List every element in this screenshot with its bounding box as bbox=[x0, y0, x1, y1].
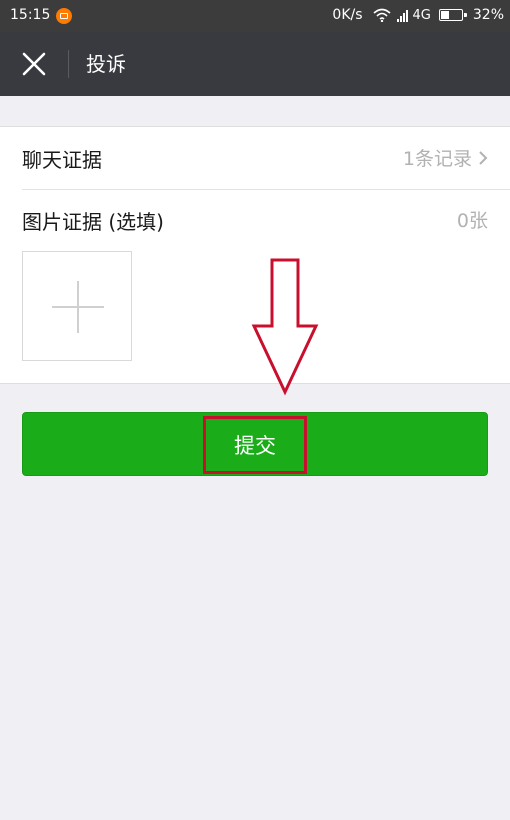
battery-icon bbox=[438, 9, 467, 21]
status-time: 15:15 bbox=[10, 7, 51, 23]
wifi-icon bbox=[372, 8, 391, 22]
chat-evidence-row[interactable]: 聊天证据 1条记录 bbox=[22, 127, 488, 189]
annotation-arrow-icon bbox=[251, 258, 319, 396]
notification-app-icon bbox=[56, 8, 72, 24]
submit-label: 提交 bbox=[234, 434, 276, 458]
image-evidence-row: 图片证据 (选填) 0张 bbox=[22, 190, 488, 250]
battery-percent: 32% bbox=[472, 7, 504, 23]
page-title: 投诉 bbox=[86, 52, 126, 76]
network-speed: 0K/s bbox=[332, 7, 363, 23]
chat-record-count: 1条记录 bbox=[402, 148, 472, 170]
image-evidence-label: 图片证据 (选填) bbox=[22, 210, 164, 234]
status-right-group: 0K/s 4G 32% bbox=[332, 7, 504, 23]
submit-button[interactable]: 提交 bbox=[22, 412, 488, 476]
navigation-header: 投诉 bbox=[0, 32, 510, 96]
close-icon bbox=[22, 52, 46, 76]
chat-evidence-label: 聊天证据 bbox=[22, 148, 102, 172]
chevron-right-icon bbox=[479, 150, 488, 165]
chat-evidence-value: 1条记录 bbox=[403, 144, 488, 171]
header-divider bbox=[68, 50, 69, 78]
add-image-button[interactable] bbox=[22, 251, 132, 361]
plus-icon bbox=[52, 281, 104, 333]
close-button[interactable] bbox=[12, 46, 56, 82]
status-bar: 15:15 0K/s 4G 32% bbox=[0, 0, 510, 32]
signal-icon bbox=[396, 9, 408, 22]
image-evidence-count: 0张 bbox=[456, 210, 488, 232]
network-type: 4G bbox=[412, 7, 431, 23]
